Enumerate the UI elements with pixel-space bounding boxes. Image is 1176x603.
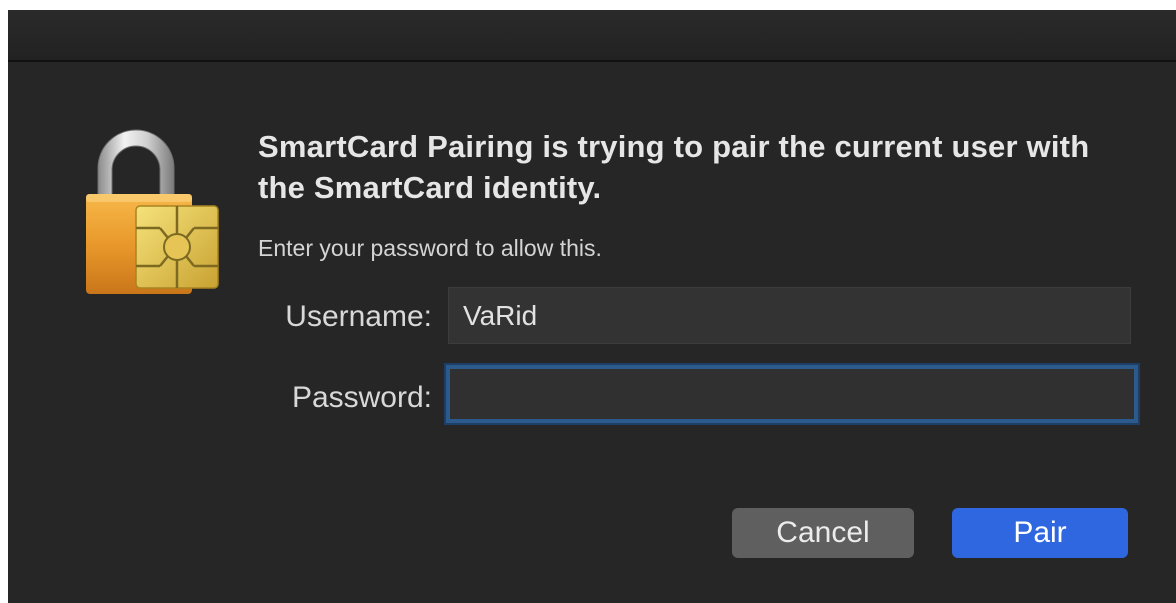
pair-button[interactable]: Pair — [952, 508, 1128, 558]
password-field[interactable] — [446, 365, 1138, 423]
page: SmartCard Pairing is trying to pair the … — [0, 0, 1176, 603]
dialog-titlebar[interactable] — [8, 10, 1176, 62]
dialog-subheading: Enter your password to allow this. — [258, 235, 602, 261]
cancel-button[interactable]: Cancel — [732, 508, 914, 558]
auth-dialog: SmartCard Pairing is trying to pair the … — [8, 10, 1176, 603]
padlock-smartcard-icon — [86, 129, 219, 294]
dialog-heading: SmartCard Pairing is trying to pair the … — [258, 129, 1090, 205]
password-label: Password: — [291, 381, 432, 414]
username-field[interactable] — [448, 287, 1131, 344]
username-label: Username: — [285, 300, 432, 333]
